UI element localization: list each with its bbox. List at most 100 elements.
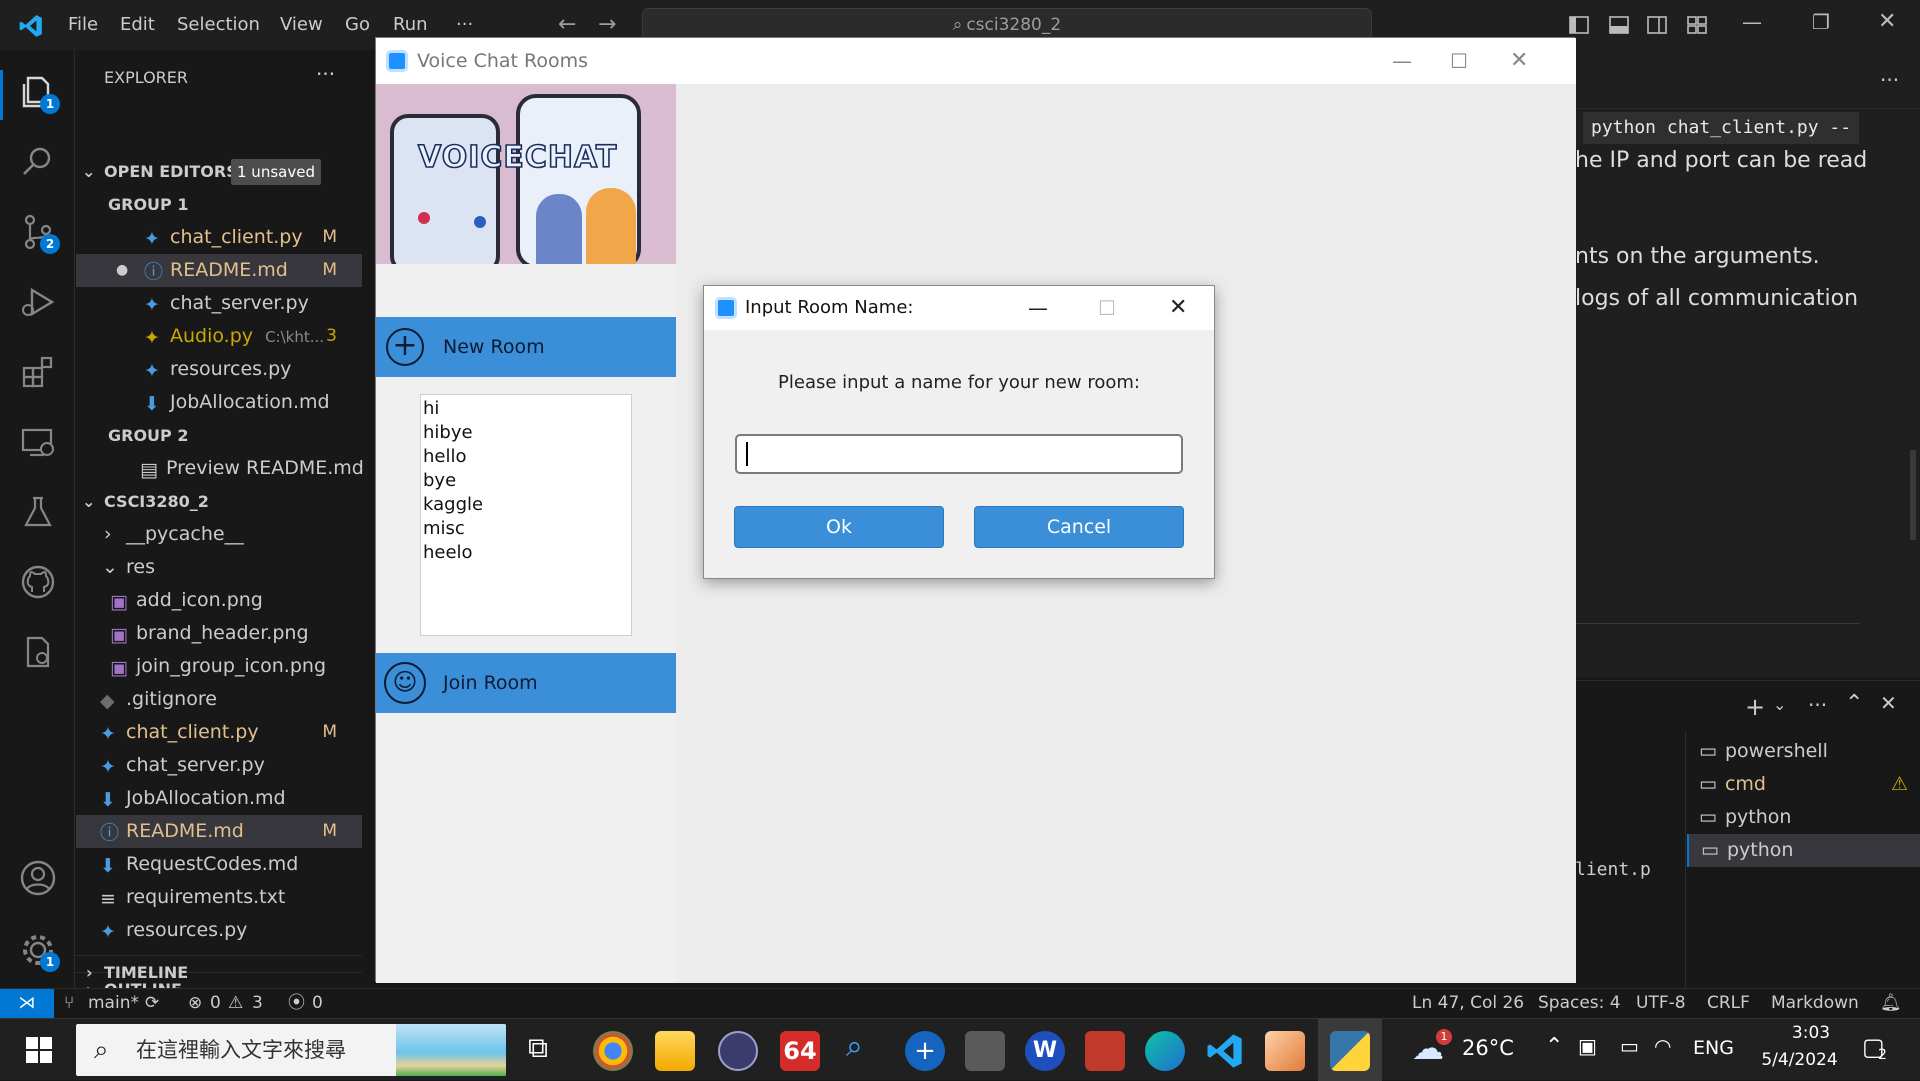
group2-label[interactable]: GROUP 2 [76,419,362,452]
error-count[interactable]: 0 [210,989,221,1018]
python-taskbar-active[interactable] [1318,1019,1382,1081]
indentation[interactable]: Spaces: 4 [1538,989,1621,1018]
back-arrow-icon[interactable]: ← [558,12,576,37]
dialog-minimize-icon[interactable]: — [1028,286,1048,330]
dialog-titlebar[interactable]: Input Room Name: — ☐ ✕ [704,286,1214,330]
app-close-icon[interactable]: ✕ [1510,38,1528,84]
tree-resources[interactable]: ✦ resources.py [76,914,362,947]
warning-icon[interactable]: ⚠ [228,989,243,1018]
menu-selection[interactable]: Selection [177,0,260,50]
store-icon[interactable] [1085,1031,1125,1071]
cancel-button[interactable]: Cancel [974,506,1184,548]
settings-gear-icon[interactable]: 1 [18,930,60,972]
zoom-app-icon[interactable]: + [905,1031,945,1071]
open-editor-audio[interactable]: ✦ Audio.py C:\kht... 3 [76,320,362,353]
source-control-icon[interactable]: 2 [18,212,60,254]
customize-layout-icon[interactable] [1686,14,1708,36]
app-icon[interactable] [965,1031,1005,1071]
tree-add-icon-png[interactable]: ▣ add_icon.png [76,584,362,617]
new-room-button[interactable]: + New Room [376,317,676,377]
vscode-taskbar-icon[interactable] [1205,1031,1245,1071]
app-icon[interactable] [718,1031,758,1071]
explorer-more-button[interactable]: ··· [316,62,335,86]
list-item[interactable]: hello [423,445,629,469]
clock-date[interactable]: 5/4/2024 [1752,1050,1847,1070]
task-view-icon[interactable]: ⧉ [528,1031,548,1065]
terminal-dropdown-icon[interactable]: ⌄ [1773,695,1786,714]
taskbar-search-box[interactable]: ⌕ 在這裡輸入文字來搜尋 [76,1024,506,1076]
input-language[interactable]: ENG [1693,1037,1734,1059]
open-editor-joballocation[interactable]: ⬇ JobAllocation.md [76,386,362,419]
tree-joballocation[interactable]: ⬇ JobAllocation.md [76,782,362,815]
tray-chevron-icon[interactable]: ⌃ [1545,1034,1563,1059]
forward-arrow-icon[interactable]: → [598,12,616,37]
github-icon[interactable] [18,562,58,602]
ports-icon[interactable]: ⦿ [288,989,305,1018]
minimize-icon[interactable]: — [1742,10,1762,34]
extensions-icon[interactable] [18,352,58,392]
search-icon[interactable] [18,142,58,182]
app-minimize-icon[interactable]: — [1392,38,1412,84]
windows-start-icon[interactable] [26,1037,52,1063]
sync-icon[interactable]: ⟳ [145,989,159,1018]
open-editor-chat-server[interactable]: ✦ chat_server.py [76,287,362,320]
chrome-icon[interactable] [593,1031,633,1071]
run-debug-icon[interactable] [18,282,58,322]
ports-count[interactable]: 0 [312,989,323,1018]
error-icon[interactable]: ⊗ [188,989,202,1018]
language-mode[interactable]: Markdown [1771,989,1859,1018]
terminal-tab-python-1[interactable]: ▭ python [1687,801,1920,834]
list-item[interactable]: misc [423,517,629,541]
branch-name[interactable]: main* [88,989,139,1018]
list-item[interactable]: hi [423,397,629,421]
editor-more-icon[interactable]: ··· [1880,68,1899,92]
tree-chat-server[interactable]: ✦ chat_server.py [76,749,362,782]
explorer-icon[interactable]: 1 [18,72,60,114]
terminal-tab-powershell[interactable]: ▭ powershell [1687,735,1920,768]
list-item[interactable]: bye [423,469,629,493]
edge-icon[interactable] [1145,1031,1185,1071]
app-titlebar[interactable]: Voice Chat Rooms — ☐ ✕ [376,38,1576,84]
editor-scrollbar[interactable] [1910,450,1916,540]
tree-brand-header-png[interactable]: ▣ brand_header.png [76,617,362,650]
tree-gitignore[interactable]: ◆ .gitignore [76,683,362,716]
paint-icon[interactable] [1265,1031,1305,1071]
remote-explorer-icon[interactable] [18,422,58,462]
new-terminal-icon[interactable]: + [1745,693,1765,721]
search-app-icon[interactable]: ⌕ [846,1029,863,1064]
tray-app-icon[interactable]: ▭ [1620,1034,1639,1058]
room-name-input[interactable] [735,434,1183,474]
timeline-header[interactable]: › TIMELINE [76,955,362,988]
file-explorer-icon[interactable] [655,1031,695,1071]
panel-more-icon[interactable]: ··· [1808,693,1827,717]
terminal-tab-cmd[interactable]: ▭ cmd ⚠ [1687,768,1920,801]
group1-label[interactable]: GROUP 1 [76,188,362,221]
restore-icon[interactable]: ❐ [1812,10,1830,34]
unsaved-dot-icon[interactable]: ● [116,254,128,287]
menu-view[interactable]: View [280,0,323,50]
tree-res[interactable]: ⌄ res [76,551,362,584]
room-list[interactable]: hi hibye hello bye kaggle misc heelo [420,394,632,636]
app-maximize-icon[interactable]: ☐ [1450,38,1468,84]
encoding[interactable]: UTF-8 [1636,989,1686,1018]
clock-time[interactable]: 3:03 [1776,1023,1846,1043]
tree-requirements[interactable]: ≡ requirements.txt [76,881,362,914]
warning-count[interactable]: 3 [252,989,263,1018]
temperature[interactable]: 26°C [1462,1036,1514,1060]
accounts-icon[interactable] [18,858,58,898]
open-editor-preview-readme[interactable]: ▤ Preview README.md [76,452,364,485]
list-item[interactable]: hibye [423,421,629,445]
menu-file[interactable]: File [68,0,98,50]
close-icon[interactable]: ✕ [1878,9,1896,34]
testing-icon[interactable] [18,492,58,532]
list-item[interactable]: heelo [423,541,629,565]
toggle-panel-icon[interactable] [1608,14,1630,36]
open-editor-readme[interactable]: ● ⓘ README.md M [76,254,362,287]
maximize-panel-icon[interactable]: ⌃ [1845,691,1863,716]
remote-settings-icon[interactable] [18,632,58,672]
wifi-icon[interactable]: ◠ [1654,1034,1671,1058]
list-item[interactable]: kaggle [423,493,629,517]
remote-indicator-icon[interactable]: ⋊ [0,989,54,1019]
toggle-sidebar-icon[interactable] [1568,14,1590,36]
cursor-position[interactable]: Ln 47, Col 26 [1412,989,1524,1018]
